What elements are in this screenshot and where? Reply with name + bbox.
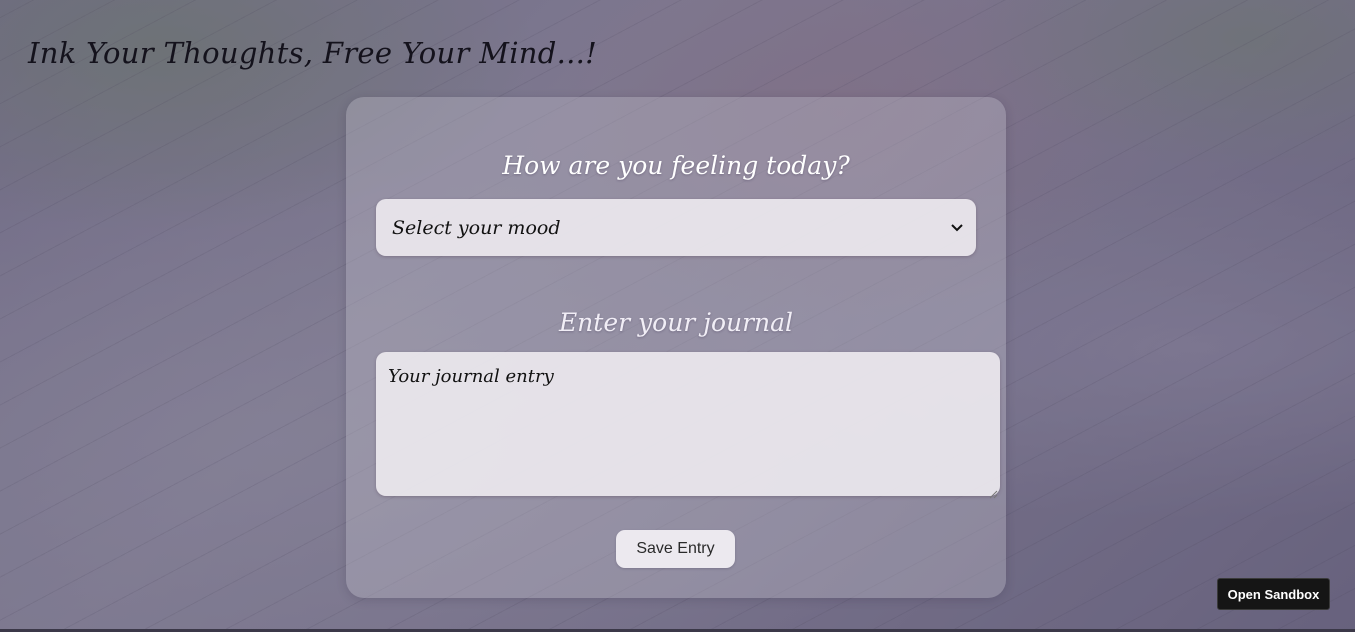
- save-entry-button[interactable]: Save Entry: [616, 530, 735, 568]
- mood-select[interactable]: Select your mood: [376, 199, 976, 256]
- resize-grip-icon[interactable]: [988, 484, 998, 499]
- open-sandbox-button[interactable]: Open Sandbox: [1217, 578, 1330, 610]
- page-title: Ink Your Thoughts, Free Your Mind...!: [28, 36, 598, 70]
- journal-textarea[interactable]: Your journal entry: [376, 352, 1000, 499]
- journal-form-card: How are you feeling today? Select your m…: [346, 97, 1006, 598]
- chevron-down-icon: [950, 221, 964, 235]
- mood-label: How are you feeling today?: [502, 151, 850, 180]
- mood-select-value: Select your mood: [392, 216, 561, 239]
- journal-placeholder: Your journal entry: [388, 366, 554, 387]
- journal-label: Enter your journal: [558, 308, 794, 337]
